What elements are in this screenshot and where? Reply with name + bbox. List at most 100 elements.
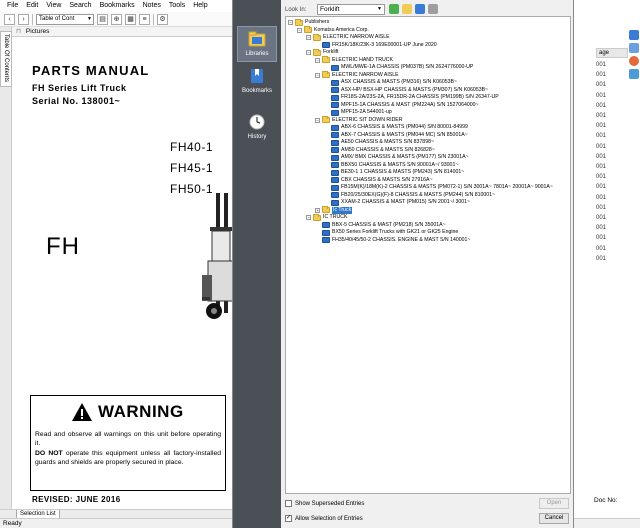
- menu-search[interactable]: Search: [66, 0, 96, 12]
- book-icon: [331, 124, 339, 131]
- record-icon[interactable]: [629, 56, 639, 66]
- tree-node-label: FR18S-2A/23S-2A, FR15DR-2A CHASSIS (PM19…: [341, 94, 499, 100]
- tree-publication-node[interactable]: MPF15-2A 544001-up: [324, 109, 392, 116]
- tree-node-label: Ic Truck: [332, 206, 353, 214]
- tree-publication-node[interactable]: BBX-5 CHASSIS & MAST (PM218) S/N 35001A~: [315, 222, 446, 229]
- column-header-page[interactable]: age: [596, 48, 628, 58]
- list-cell[interactable]: 001: [596, 235, 606, 241]
- tree-publication-node[interactable]: AM50 CHASSIS & MASTS S/N 826828~: [324, 147, 435, 154]
- list-icon[interactable]: ≡: [139, 13, 150, 25]
- tree-publication-node[interactable]: FR18S-2A/23S-2A, FR15DR-2A CHASSIS (PM19…: [324, 94, 499, 101]
- list-cell[interactable]: 001: [596, 164, 606, 170]
- zoom-icon[interactable]: ⊕: [111, 13, 122, 25]
- tree-publication-node[interactable]: AMX/ BMX CHASSIS & MASTS (PM177) S/N 230…: [324, 154, 469, 161]
- tree-publication-node[interactable]: FB20/25/30EX(G)(F)-8 CHASSIS & MASTS (PM…: [324, 192, 495, 199]
- collapse-icon[interactable]: −: [288, 20, 293, 25]
- forward-icon[interactable]: ›: [18, 13, 29, 25]
- list-cell[interactable]: 001: [596, 225, 606, 231]
- allow-selection-row[interactable]: ✓ Allow Selection of Entries: [285, 515, 363, 522]
- list-cell[interactable]: 001: [596, 93, 606, 99]
- tab-table-of-contents[interactable]: Table Of Contents: [0, 31, 12, 87]
- menu-bookmarks[interactable]: Bookmarks: [97, 0, 140, 12]
- tree-publication-node[interactable]: BX50 Series Forklift Trucks with GK21 or…: [315, 229, 458, 236]
- tree-publication-node[interactable]: ABX-6 CHASSIS & MASTS (PM044) S/N 80001-…: [324, 124, 468, 131]
- expand-icon[interactable]: +: [315, 207, 320, 213]
- tree-publication-node[interactable]: XXAM-2 CHASSIS & MAST (PM015) S/N 2001~/…: [324, 199, 470, 206]
- collapse-icon[interactable]: −: [315, 117, 320, 123]
- menu-tools[interactable]: Tools: [166, 0, 190, 12]
- list-cell[interactable]: 001: [596, 174, 606, 180]
- grid-icon[interactable]: ▦: [125, 13, 136, 25]
- tree-publication-node[interactable]: FR15K/18K/23K-3 169E00001-UP June 2020: [315, 42, 437, 49]
- look-in-select[interactable]: Forklift ▼: [317, 4, 385, 15]
- collapse-icon[interactable]: −: [315, 72, 320, 78]
- tree-node-label: ELECTRIC NARROW AISLE: [323, 34, 390, 40]
- tree-publication-node[interactable]: ABX-7 CHASSIS & MASTS (PM044 MC) S/N 850…: [324, 132, 468, 139]
- show-superseded-row[interactable]: Show Superseded Entries: [285, 500, 364, 507]
- place-history[interactable]: History: [237, 114, 277, 140]
- list-cell[interactable]: 001: [596, 123, 606, 129]
- new-folder-icon[interactable]: [402, 4, 412, 14]
- menu-notes[interactable]: Notes: [140, 0, 166, 12]
- tree-folder-node[interactable]: − Komatsu America Corp.: [297, 26, 369, 34]
- page-icon[interactable]: [629, 43, 639, 53]
- place-bookmarks[interactable]: Bookmarks: [237, 68, 277, 94]
- tree-publication-node[interactable]: MPF15-1A CHASSIS & MAST (PM224A) S/N 152…: [324, 102, 479, 109]
- collapse-icon[interactable]: −: [306, 215, 311, 220]
- tree-publication-node[interactable]: AE50 CHASSIS & MASTS S/N 837898~: [324, 139, 434, 146]
- print-icon[interactable]: ▤: [97, 13, 108, 25]
- settings-icon[interactable]: ⚙: [157, 13, 168, 25]
- list-cell[interactable]: 001: [596, 154, 606, 160]
- pin-icon[interactable]: ⊓: [16, 28, 21, 35]
- tree-publication-node[interactable]: ASX-HP/ BSX-HP CHASSIS & MASTS (PM307) S…: [324, 87, 488, 94]
- up-folder-icon[interactable]: [389, 4, 399, 14]
- tree-folder-node[interactable]: − IC TRUCK: [306, 213, 347, 221]
- list-cell[interactable]: 001: [596, 184, 606, 190]
- place-libraries[interactable]: Libraries: [237, 26, 277, 62]
- list-cell[interactable]: 001: [596, 82, 606, 88]
- allow-selection-checkbox[interactable]: ✓: [285, 515, 292, 522]
- tree-folder-node[interactable]: − ELECTRIC NARROW AISLE: [315, 71, 399, 79]
- details-icon[interactable]: [428, 4, 438, 14]
- tree-folder-node[interactable]: + Ic Truck: [315, 206, 353, 214]
- list-cell[interactable]: 001: [596, 246, 606, 252]
- list-cell[interactable]: 001: [596, 133, 606, 139]
- tree-folder-node[interactable]: − Forklift: [306, 48, 339, 56]
- list-cell[interactable]: 001: [596, 195, 606, 201]
- tree-publication-node[interactable]: ASX CHASSIS & MASTS (PM316) S/N K06053B~: [324, 79, 457, 86]
- open-button[interactable]: Open: [539, 498, 569, 509]
- menu-edit[interactable]: Edit: [23, 0, 43, 12]
- back-icon[interactable]: ‹: [4, 13, 15, 25]
- link-icon[interactable]: [629, 69, 639, 79]
- tree-publication-node[interactable]: BBX50 CHASSIS & MASTS S/N 90001A~/ 93001…: [324, 162, 458, 169]
- show-superseded-checkbox[interactable]: [285, 500, 292, 507]
- tree-publication-node[interactable]: CBX CHASSIS & MASTS S/N 27916A~: [324, 177, 433, 184]
- tree-publication-node[interactable]: BE30-1 1 CHASSIS & MASTS (PM243) S/N 814…: [324, 169, 464, 176]
- list-cell[interactable]: 001: [596, 205, 606, 211]
- tree-folder-node[interactable]: − ELECTRIC HAND TRUCK: [315, 56, 393, 64]
- tree-folder-node[interactable]: − Publishers: [288, 18, 329, 26]
- cancel-button[interactable]: Cancel: [539, 513, 569, 524]
- tree-publication-node[interactable]: FB15M(K)/18M(K)-2 CHASSIS & MASTS (PM072…: [324, 184, 553, 191]
- collapse-icon[interactable]: −: [306, 35, 311, 40]
- tree-publication-node[interactable]: MWL/MWE-1A CHASSIS (PM037B) S/N 26247760…: [324, 64, 473, 71]
- tree-publication-node[interactable]: FH35/40/45/50-2 CHASSIS. ENGINE & MAST S…: [315, 237, 470, 244]
- view-menu-icon[interactable]: [415, 4, 425, 14]
- collapse-icon[interactable]: −: [315, 57, 320, 63]
- toc-select[interactable]: Table of Cont ▼: [36, 13, 94, 25]
- list-cell[interactable]: 001: [596, 103, 606, 109]
- collapse-icon[interactable]: −: [297, 27, 302, 33]
- list-cell[interactable]: 001: [596, 62, 606, 68]
- menu-file[interactable]: File: [4, 0, 23, 12]
- search-icon[interactable]: [629, 30, 639, 40]
- list-cell[interactable]: 001: [596, 144, 606, 150]
- collapse-icon[interactable]: −: [306, 50, 311, 55]
- list-cell[interactable]: 001: [596, 113, 606, 119]
- menu-view[interactable]: View: [43, 0, 66, 12]
- tree-folder-node[interactable]: − ELECTRIC NARROW AISLE: [306, 33, 390, 41]
- tree-folder-node[interactable]: − ELECTRIC SIT DOWN RIDER: [315, 116, 403, 124]
- list-cell[interactable]: 001: [596, 215, 606, 221]
- list-cell[interactable]: 001: [596, 256, 606, 262]
- menu-help[interactable]: Help: [190, 0, 212, 12]
- list-cell[interactable]: 001: [596, 72, 606, 78]
